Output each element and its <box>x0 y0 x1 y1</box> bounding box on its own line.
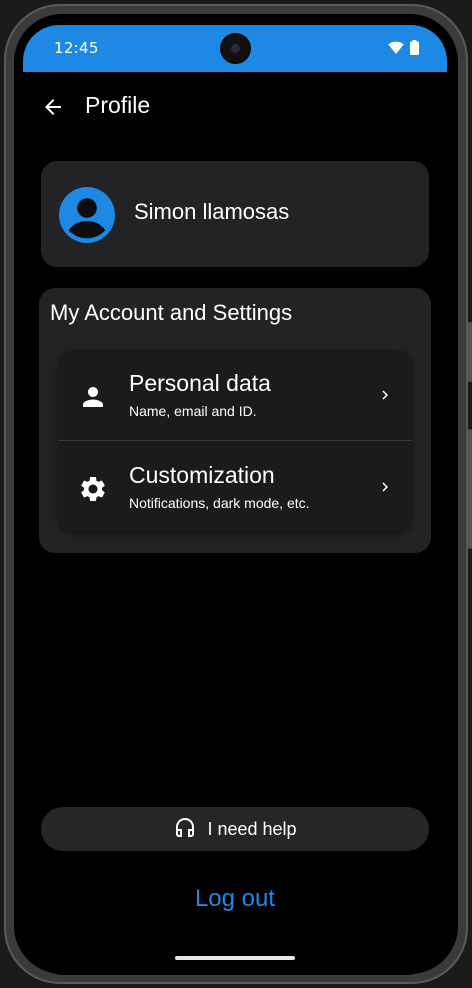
headset-icon <box>176 818 195 837</box>
list-item-customization[interactable]: Customization Notifications, dark mode, … <box>58 442 412 532</box>
item-subtitle: Name, email and ID. <box>129 403 257 419</box>
app-bar: Profile <box>23 87 447 127</box>
section-title: My Account and Settings <box>50 300 293 325</box>
power-button <box>468 429 472 549</box>
settings-list: Personal data Name, email and ID. Custom… <box>58 350 412 532</box>
logout-button[interactable]: Log out <box>23 885 447 913</box>
wifi-icon <box>388 41 404 54</box>
home-indicator[interactable] <box>175 956 295 960</box>
list-item-personal-data[interactable]: Personal data Name, email and ID. <box>58 350 412 441</box>
help-button[interactable]: I need help <box>41 807 429 851</box>
chevron-right-icon <box>382 390 388 400</box>
item-title: Personal data <box>129 370 271 396</box>
account-circle-icon <box>59 187 115 243</box>
item-subtitle: Notifications, dark mode, etc. <box>129 495 310 511</box>
gear-icon <box>81 477 105 501</box>
settings-card: My Account and Settings Personal data Na… <box>39 288 431 553</box>
status-icons <box>388 40 419 55</box>
status-time: 12:45 <box>54 39 99 57</box>
front-camera <box>222 35 249 62</box>
user-card: Simon llamosas <box>41 161 429 267</box>
battery-icon <box>410 40 419 55</box>
volume-button <box>468 322 472 382</box>
back-arrow-icon[interactable] <box>41 95 65 119</box>
item-title: Customization <box>129 462 275 488</box>
page-title: Profile <box>85 92 151 118</box>
person-icon <box>83 387 103 407</box>
user-name: Simon llamosas <box>134 199 290 224</box>
status-bar: 12:45 <box>23 25 447 72</box>
chevron-right-icon <box>382 482 388 492</box>
help-label: I need help <box>207 818 297 839</box>
screen: 12:45 Profile Simon llamosas My Account … <box>23 25 447 975</box>
